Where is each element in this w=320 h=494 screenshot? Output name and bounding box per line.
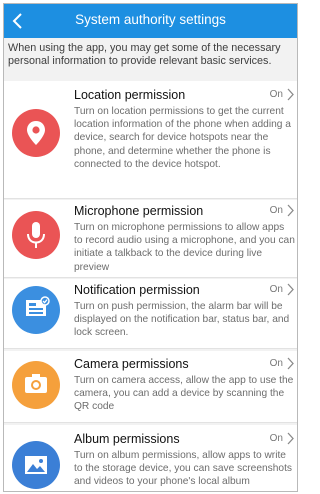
app-frame: System authority settings When using the… bbox=[3, 3, 298, 492]
header-bar: System authority settings bbox=[4, 4, 297, 38]
permission-item-album[interactable]: Album permissions On Turn on album permi… bbox=[4, 425, 297, 491]
permission-description: Turn on camera access, allow the app to … bbox=[74, 375, 294, 413]
permission-name: Location permission bbox=[74, 88, 186, 102]
chevron-right-icon bbox=[287, 88, 294, 101]
permission-name: Microphone permission bbox=[74, 204, 204, 218]
permission-status: On bbox=[269, 433, 283, 444]
chevron-right-icon bbox=[287, 204, 294, 217]
permission-name: Camera permissions bbox=[74, 357, 189, 371]
permission-item-location[interactable]: Location permission On Turn on location … bbox=[4, 81, 297, 199]
album-icon bbox=[12, 441, 60, 489]
permission-description: Turn on album permissions, allow apps to… bbox=[74, 450, 293, 488]
chevron-right-icon bbox=[287, 357, 294, 370]
permission-status: On bbox=[269, 205, 283, 216]
permission-status: On bbox=[269, 89, 283, 100]
permission-description: Turn on location permissions to get the … bbox=[74, 106, 291, 170]
notification-icon bbox=[12, 286, 60, 334]
permission-description: Turn on microphone permissions to allow … bbox=[74, 222, 295, 273]
permission-name: Notification permission bbox=[74, 283, 200, 297]
permission-item-notification[interactable]: Notification permission On Turn on push … bbox=[4, 279, 297, 349]
permission-status: On bbox=[269, 358, 283, 369]
intro-text: When using the app, you may get some of … bbox=[8, 42, 281, 67]
permission-name: Album permissions bbox=[74, 432, 180, 446]
permission-item-camera[interactable]: Camera permissions On Turn on camera acc… bbox=[4, 351, 297, 423]
permission-status: On bbox=[269, 284, 283, 295]
permission-description: Turn on push permission, the alarm bar w… bbox=[74, 301, 290, 339]
page-title: System authority settings bbox=[75, 12, 226, 27]
location-pin-icon bbox=[12, 109, 60, 157]
microphone-icon bbox=[12, 211, 60, 259]
chevron-right-icon bbox=[287, 283, 294, 296]
permission-item-microphone[interactable]: Microphone permission On Turn on microph… bbox=[4, 200, 297, 278]
camera-icon bbox=[12, 361, 60, 409]
chevron-right-icon bbox=[287, 432, 294, 445]
